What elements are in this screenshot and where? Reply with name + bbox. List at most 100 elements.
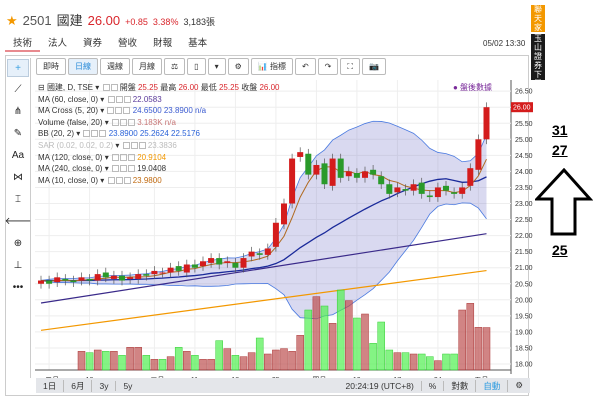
settings-gear-icon[interactable]: ⚙ — [227, 58, 249, 75]
volume-bar — [377, 321, 385, 371]
remove-icon[interactable] — [123, 107, 131, 115]
candle-body — [272, 222, 279, 247]
arrow-left-icon[interactable]: 🡐 — [5, 210, 32, 232]
indicators-button[interactable]: 📊 指標 — [250, 58, 293, 75]
ad-tag[interactable]: 聯天家 — [531, 5, 545, 32]
low-label: 最低 — [200, 83, 217, 92]
remove-icon[interactable] — [127, 165, 135, 173]
candle-body — [418, 182, 425, 194]
candle-body — [38, 280, 44, 284]
interval-realtime-button[interactable]: 即時 — [36, 58, 66, 75]
remove-icon[interactable] — [123, 176, 131, 184]
volume-bar — [158, 359, 167, 371]
chevron-down-icon[interactable]: ▾ — [207, 58, 226, 75]
volume-bar — [102, 351, 110, 371]
volume-bar — [434, 360, 442, 371]
settings-icon[interactable] — [111, 153, 119, 161]
settings-icon[interactable] — [111, 165, 119, 173]
range-6m-button[interactable]: 6月 — [64, 379, 93, 392]
y-tick-label: 19.00 — [515, 329, 533, 336]
volume-bar — [239, 356, 248, 371]
hide-icon[interactable] — [130, 141, 138, 149]
measure-icon[interactable]: ⌶ — [6, 188, 30, 210]
pitchfork-icon[interactable]: ⋔ — [6, 100, 30, 122]
crosshair-icon[interactable]: + — [7, 59, 29, 77]
percent-toggle[interactable]: % — [422, 380, 445, 391]
candle-type-icon[interactable]: ▯ — [187, 58, 206, 75]
range-3y-button[interactable]: 3y — [92, 380, 117, 391]
volume-bar — [288, 351, 296, 371]
candle-body — [402, 189, 409, 191]
interval-weekly-button[interactable]: 週線 — [100, 58, 130, 75]
more-icon[interactable]: ••• — [6, 276, 30, 298]
indicator-values: 24.6500 23.8900 n/a — [132, 106, 207, 116]
fullscreen-icon[interactable]: ⛶ — [340, 58, 360, 75]
candle-body — [443, 185, 449, 191]
hide-icon[interactable] — [119, 118, 127, 126]
open-label: 開盤 — [119, 83, 136, 92]
pattern-icon[interactable]: ⋈ — [6, 166, 30, 188]
candle-body — [353, 173, 360, 178]
tab-margin[interactable]: 資券 — [75, 37, 110, 52]
trade-volume: 3,183張 — [183, 17, 215, 27]
auto-toggle[interactable]: 自動 — [476, 379, 509, 392]
candle-body — [224, 261, 231, 263]
interval-daily-button[interactable]: 日線 — [68, 58, 98, 75]
hide-icon[interactable] — [91, 130, 99, 138]
volume-bar — [150, 359, 159, 371]
undo-icon[interactable]: ↶ — [294, 58, 316, 75]
interval-monthly-button[interactable]: 月線 — [132, 58, 162, 75]
hide-icon[interactable] — [115, 176, 123, 184]
hide-icon[interactable] — [115, 107, 123, 115]
redo-icon[interactable]: ↷ — [317, 58, 339, 75]
candle-body — [345, 171, 352, 177]
remove-icon[interactable] — [123, 95, 131, 103]
settings-icon[interactable]: ⚙ — [508, 380, 530, 391]
remove-icon[interactable] — [127, 118, 135, 126]
indicator-label: MA (10, close, 0) — [38, 175, 99, 185]
range-5y-button[interactable]: 5y — [116, 381, 139, 391]
y-tick-label: 22.00 — [515, 233, 533, 240]
close-value: 26.00 — [259, 83, 280, 92]
settings-icon[interactable] — [107, 95, 115, 103]
remove-icon[interactable] — [127, 153, 135, 161]
brush-icon[interactable]: ✎ — [6, 122, 30, 144]
candle-body — [159, 272, 166, 274]
compare-icon[interactable]: ⚖ — [164, 58, 186, 75]
favorite-star-icon[interactable]: ★ — [6, 13, 18, 29]
settings-icon[interactable] — [111, 118, 119, 126]
hide-icon[interactable] — [110, 84, 118, 91]
volume-bar — [296, 335, 304, 371]
tab-revenue[interactable]: 營收 — [110, 37, 145, 52]
broker-order-tag[interactable]: 玉山證券下單 — [531, 34, 545, 80]
legend-row: MA (240, close, 0) ▾ 19.0408 — [38, 164, 167, 174]
volume-bar — [183, 351, 191, 371]
settings-icon[interactable] — [122, 141, 130, 149]
hide-icon[interactable] — [119, 165, 127, 173]
ruler-icon[interactable]: ⊥ — [6, 254, 30, 276]
settings-icon[interactable] — [107, 176, 115, 184]
tab-technical[interactable]: 技術 — [5, 37, 41, 52]
zoom-in-icon[interactable]: ⊕ — [6, 232, 30, 254]
settings-icon[interactable] — [83, 130, 91, 138]
hide-icon[interactable] — [119, 153, 127, 161]
y-tick-label: 20.50 — [515, 281, 533, 288]
remove-icon[interactable] — [138, 141, 146, 149]
tab-institutional[interactable]: 法人 — [40, 37, 75, 52]
settings-icon[interactable] — [102, 84, 110, 91]
log-toggle[interactable]: 對數 — [444, 379, 477, 392]
candle-body — [248, 251, 255, 257]
candle-body — [200, 261, 206, 267]
after-hours-label[interactable]: ● 盤後數據 — [453, 82, 492, 93]
camera-icon[interactable]: 📷 — [361, 58, 386, 75]
tab-basic[interactable]: 基本 — [180, 37, 215, 52]
ma60-line — [40, 233, 487, 304]
trendline-icon[interactable]: ⟋ — [6, 78, 30, 100]
candle-body — [329, 158, 336, 186]
range-1d-button[interactable]: 1日 — [36, 379, 65, 392]
text-tool-icon[interactable]: Aa — [6, 144, 30, 166]
settings-icon[interactable] — [107, 107, 115, 115]
hide-icon[interactable] — [115, 95, 123, 103]
tab-financials[interactable]: 財報 — [145, 37, 180, 52]
remove-icon[interactable] — [99, 130, 107, 138]
